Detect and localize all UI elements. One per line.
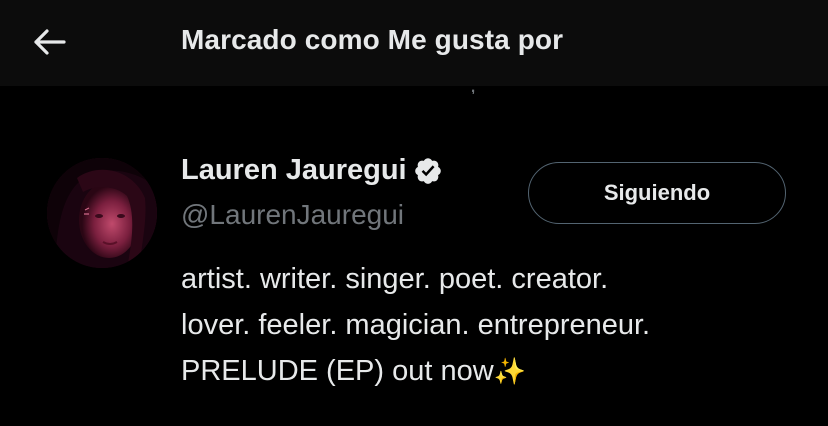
following-button[interactable]: Siguiendo xyxy=(528,162,786,224)
bio-line: lover. feeler. magician. entrepreneur. xyxy=(181,309,651,341)
bio-line-text: PRELUDE (EP) out now xyxy=(181,355,494,387)
user-display-name: Lauren Jauregui xyxy=(181,154,407,186)
top-app-bar: Marcado como Me gusta por xyxy=(0,0,828,86)
bio-line-last: PRELUDE (EP) out now✨ xyxy=(181,348,801,395)
user-bio: artist. writer. singer. poet. creator. l… xyxy=(181,256,801,395)
arrow-left-icon xyxy=(34,29,66,55)
sparkles-icon: ✨ xyxy=(493,357,527,387)
verified-badge-icon xyxy=(413,156,443,186)
user-cell[interactable]: Lauren Jauregui @LaurenJauregui Siguiend… xyxy=(0,140,828,400)
back-button[interactable] xyxy=(28,25,70,59)
bio-line: artist. writer. singer. poet. creator. xyxy=(181,263,609,295)
user-name-row[interactable]: Lauren Jauregui xyxy=(181,154,443,187)
user-handle[interactable]: @LaurenJauregui xyxy=(181,199,404,231)
avatar[interactable] xyxy=(47,158,157,268)
clipped-text: , xyxy=(470,86,476,94)
avatar-image xyxy=(47,158,157,268)
page-title: Marcado como Me gusta por xyxy=(181,24,564,55)
scrolled-content-fragment: , xyxy=(0,86,828,94)
